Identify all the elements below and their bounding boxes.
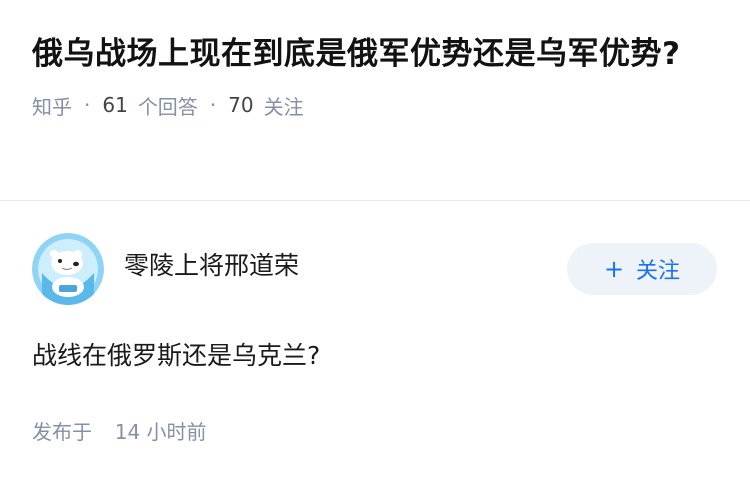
plus-icon: +	[603, 255, 625, 283]
publish-label: 发布于	[32, 420, 92, 444]
avatar[interactable]	[32, 233, 104, 305]
meta-separator: ·	[209, 93, 217, 117]
follower-count[interactable]: 70	[228, 93, 253, 117]
publish-time: 14 小时前	[114, 420, 207, 444]
follow-button[interactable]: + 关注	[567, 243, 717, 295]
source-label[interactable]: 知乎	[32, 91, 72, 120]
question-meta: 知乎 · 61 个回答 · 70 关注	[32, 90, 718, 120]
follower-count-label[interactable]: 关注	[264, 91, 304, 120]
answer-count[interactable]: 61	[102, 93, 127, 117]
question-title[interactable]: 俄乌战场上现在到底是俄军优势还是乌军优势?	[32, 30, 718, 78]
follow-button-label: 关注	[636, 259, 681, 284]
author-name[interactable]: 零陵上将邢道荣	[124, 246, 567, 282]
answer-card: 零陵上将邢道荣 + 关注 战线在俄罗斯还是乌克兰? 发布于 14 小时前	[32, 232, 718, 445]
answer-content[interactable]: 战线在俄罗斯还是乌克兰?	[32, 336, 718, 376]
polar-bear-astronaut-avatar-icon	[32, 233, 104, 305]
meta-separator: ·	[84, 93, 91, 117]
publish-info: 发布于 14 小时前	[32, 416, 718, 445]
question-header: 俄乌战场上现在到底是俄军优势还是乌军优势? 知乎 · 61 个回答 · 70 关…	[0, 0, 750, 170]
author-row: 零陵上将邢道荣 + 关注	[32, 232, 718, 306]
section-divider	[0, 200, 750, 201]
answer-count-label[interactable]: 个回答	[138, 91, 198, 120]
